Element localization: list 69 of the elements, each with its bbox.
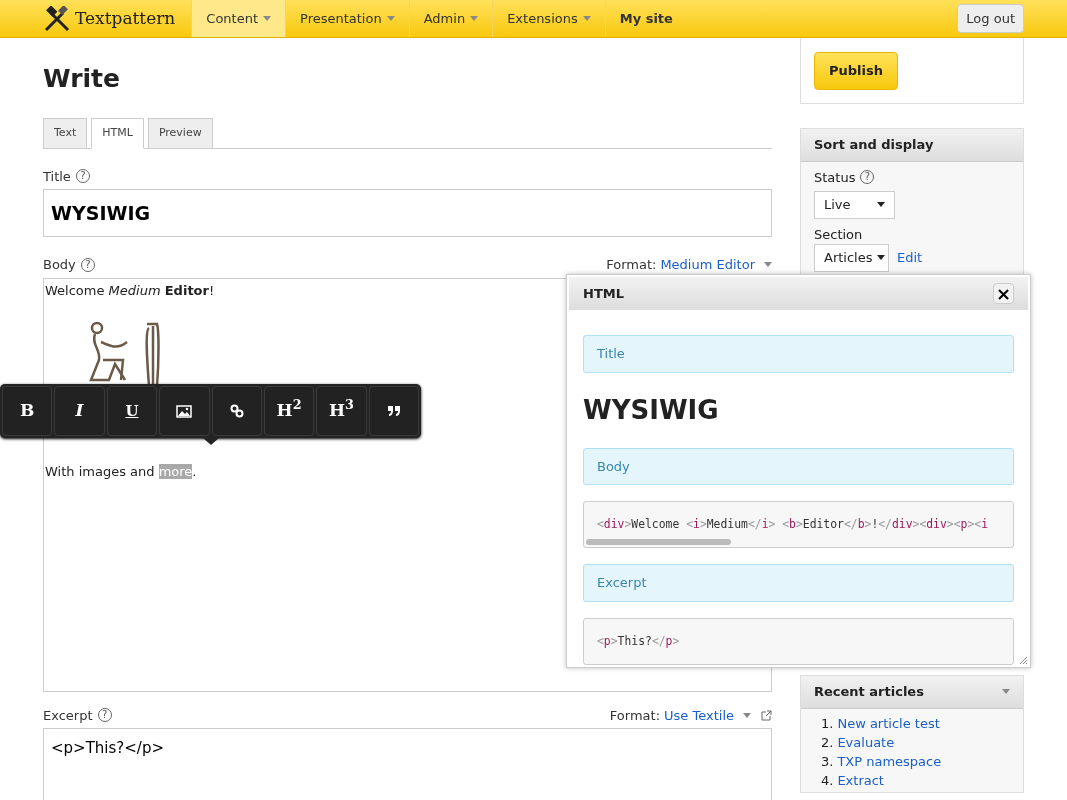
section-select[interactable]: Articles xyxy=(814,244,889,272)
logout-button[interactable]: Log out xyxy=(957,3,1024,34)
format-link[interactable]: Use Textile xyxy=(664,705,734,725)
body-text: Welcome Medium Editor! xyxy=(45,281,215,300)
excerpt-textarea[interactable]: <p>This?</p> xyxy=(43,728,772,800)
resize-handle-icon[interactable] xyxy=(1019,656,1028,665)
heading-button[interactable]: H$^{2}$ xyxy=(263,386,315,436)
caret-icon xyxy=(582,16,591,21)
code-block: <div>Welcome <i>Medium</i> <b>Editor</b>!</div><div><p><i xyxy=(583,501,1014,549)
caret-icon xyxy=(877,255,886,261)
field-label: Body xyxy=(43,256,76,274)
format-label: Format: xyxy=(609,706,661,725)
editor-tab[interactable]: Text xyxy=(43,118,88,149)
list-number: 2. xyxy=(821,733,834,752)
field-label: Title xyxy=(43,167,71,186)
caret-icon xyxy=(877,202,885,208)
section-heading: Excerpt xyxy=(583,564,1014,602)
article-link[interactable]: Evaluate xyxy=(837,732,895,752)
nav-menu-item[interactable]: Presentation xyxy=(285,0,409,37)
close-button[interactable]: × xyxy=(993,283,1014,304)
editor-tab[interactable]: Preview xyxy=(147,118,213,149)
image-button[interactable] xyxy=(159,386,210,436)
page-title: Write xyxy=(43,64,121,94)
hammer-logo-icon xyxy=(43,5,71,32)
format-label: Format: xyxy=(606,256,657,274)
caret-icon xyxy=(386,16,395,21)
title-input[interactable]: WYSIWIG xyxy=(43,189,772,237)
image-icon xyxy=(176,404,193,418)
external-link-icon[interactable] xyxy=(761,709,772,721)
quote-icon xyxy=(386,405,401,417)
caret-icon[interactable] xyxy=(1002,689,1010,695)
underline-button[interactable]: U xyxy=(106,386,158,436)
italic-button[interactable]: I xyxy=(54,386,105,436)
quote-button[interactable] xyxy=(368,386,419,436)
field-label: Excerpt xyxy=(43,706,93,725)
field-label: Status xyxy=(814,168,856,187)
panel-header[interactable]: Sort and display xyxy=(801,129,1023,162)
list-number: 1. xyxy=(821,714,834,733)
caret-icon xyxy=(743,712,751,718)
caret-icon xyxy=(263,16,272,21)
section-heading: Title xyxy=(583,335,1014,373)
nav-menu-item[interactable]: Content xyxy=(191,0,286,37)
code-block: <p>This?</p> xyxy=(583,617,1014,665)
article-link[interactable]: TXP namespace xyxy=(837,751,942,771)
dialog-title: HTML xyxy=(583,284,624,303)
nav-menu-item[interactable]: My site xyxy=(604,0,687,37)
format-link[interactable]: Medium Editor xyxy=(660,255,755,275)
section-heading: Body xyxy=(583,447,1014,485)
publish-button[interactable]: Publish xyxy=(814,52,898,90)
caret-icon xyxy=(470,16,479,21)
field-label: Section xyxy=(814,225,863,244)
link-button[interactable] xyxy=(211,386,262,436)
caret-icon xyxy=(764,262,772,268)
status-select[interactable]: Live xyxy=(814,191,895,219)
nav-menu-item[interactable]: Extensions xyxy=(492,0,605,37)
article-title: WYSIWIG xyxy=(583,393,720,427)
heading-button[interactable]: H$^{3}$ xyxy=(316,386,367,436)
article-link[interactable]: Extract xyxy=(837,770,884,790)
link-icon xyxy=(229,404,244,418)
brand-name[interactable]: Textpattern xyxy=(75,5,176,32)
list-number: 3. xyxy=(821,752,834,771)
bold-button[interactable]: B xyxy=(2,386,53,436)
scrollbar-thumb[interactable] xyxy=(586,539,731,546)
list-number: 4. xyxy=(821,771,834,790)
nav-menu-item[interactable]: Admin xyxy=(408,0,493,37)
selected-text: more xyxy=(158,464,193,479)
edit-link[interactable]: Edit xyxy=(897,248,923,268)
editor-tab[interactable]: HTML xyxy=(91,118,144,149)
article-link[interactable]: New article test xyxy=(837,713,940,733)
